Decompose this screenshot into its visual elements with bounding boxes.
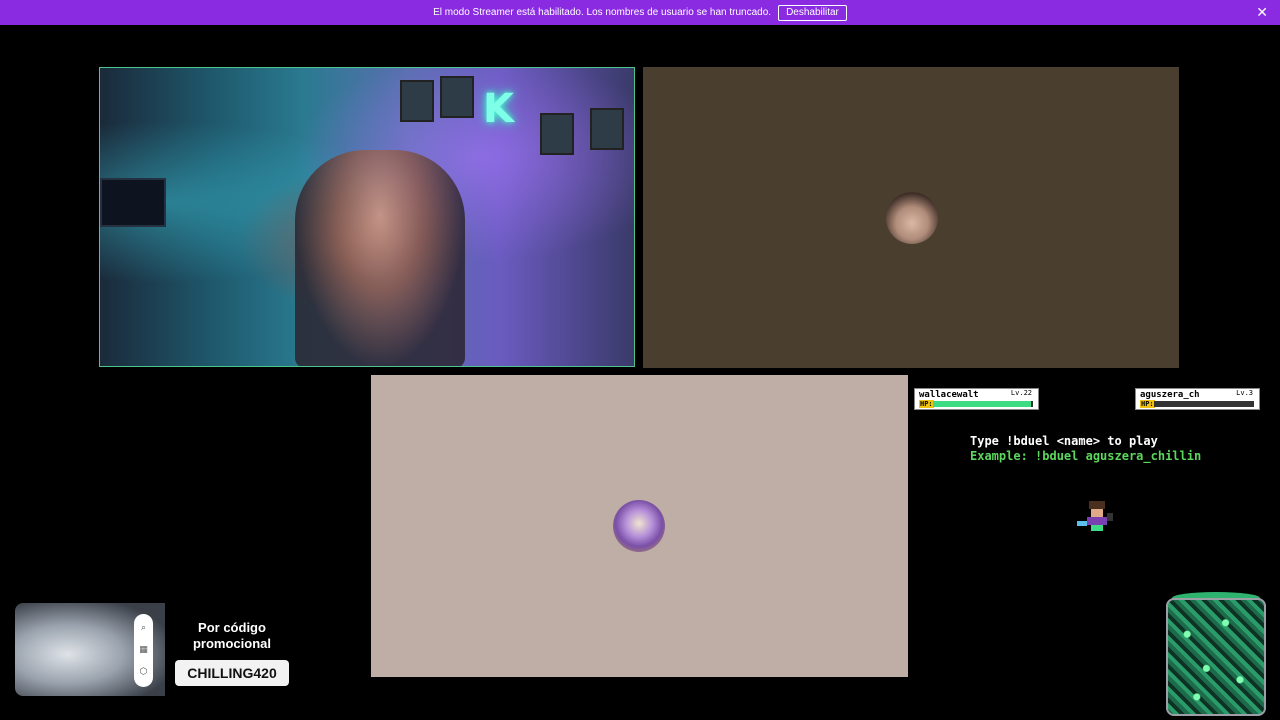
duel-instruction-text: Type !bduel <name> to play bbox=[970, 434, 1158, 448]
duel-player-level: Lv.3 bbox=[1236, 389, 1253, 397]
scene-frame bbox=[590, 108, 624, 150]
hp-bar bbox=[1154, 401, 1254, 407]
duel-player-name: aguszera_ch bbox=[1140, 390, 1200, 400]
close-icon[interactable]: ✕ bbox=[1256, 5, 1268, 19]
duel-player-name: wallacewalt bbox=[919, 390, 979, 400]
promo-title: Por código promocional bbox=[192, 620, 271, 651]
scene-frame bbox=[540, 113, 574, 155]
streamer-mode-banner: El modo Streamer está habilitado. Los no… bbox=[0, 0, 1280, 25]
duel-player-level: Lv.22 bbox=[1010, 389, 1032, 397]
streamer-figure bbox=[295, 150, 465, 366]
hp-label: HP: bbox=[1140, 400, 1155, 408]
banner-message: El modo Streamer está habilitado. Los no… bbox=[433, 7, 772, 18]
duel-example-text: Example: !bduel aguszera_chillin bbox=[970, 449, 1202, 463]
pixel-character-sprite bbox=[1077, 501, 1113, 531]
hp-fill bbox=[933, 401, 1031, 407]
tag-icon: ⬡ bbox=[139, 666, 148, 677]
participant-avatar bbox=[613, 500, 665, 552]
promo-icon-bar: ⌕ ▦ ⬡ bbox=[134, 614, 153, 687]
duel-player-card: aguszera_ch Lv.3 HP: bbox=[1135, 388, 1260, 410]
hp-label: HP: bbox=[919, 400, 934, 408]
scene-frame bbox=[400, 80, 434, 122]
video-tile-camera[interactable]: K bbox=[99, 67, 635, 367]
disable-streamer-mode-button[interactable]: Deshabilitar bbox=[778, 4, 847, 21]
scene-monitor bbox=[100, 178, 166, 227]
duel-instructions: Type !bduel <name> to play Example: !bdu… bbox=[970, 434, 1201, 464]
promo-code-widget: ⌕ ▦ ⬡ Por código promocional CHILLING420 bbox=[15, 603, 320, 696]
promo-code-button[interactable]: CHILLING420 bbox=[175, 660, 289, 686]
scene-frame bbox=[440, 76, 474, 118]
gift-icon: ▦ bbox=[139, 644, 148, 655]
hp-bar bbox=[933, 401, 1033, 407]
neon-k-sign: K bbox=[483, 86, 514, 132]
participant-avatar bbox=[886, 192, 938, 244]
gem-jar bbox=[1166, 598, 1266, 716]
search-icon: ⌕ bbox=[140, 623, 147, 634]
duel-player-card: wallacewalt Lv.22 HP: bbox=[914, 388, 1039, 410]
